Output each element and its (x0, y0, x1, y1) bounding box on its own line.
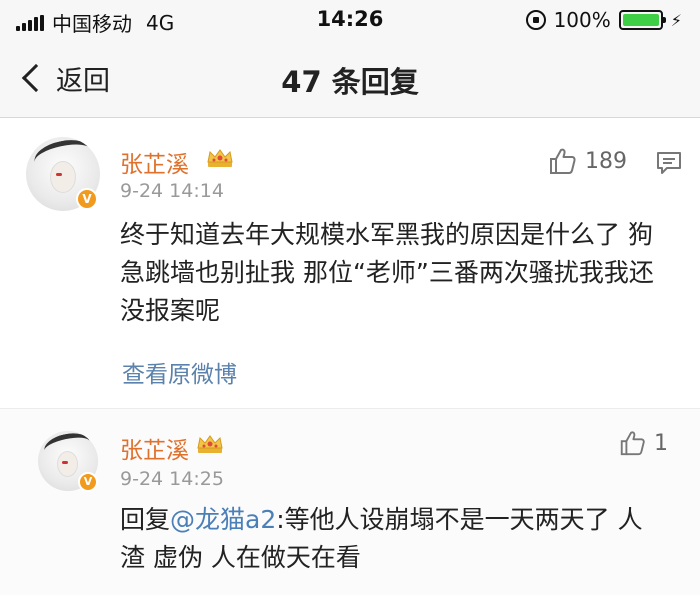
like-button[interactable]: 189 (547, 146, 627, 176)
view-original-link[interactable]: 查看原微博 (122, 355, 237, 389)
charging-icon: ⚡ (670, 10, 682, 30)
reply-button[interactable] (655, 149, 683, 181)
battery-fill (622, 14, 659, 26)
username[interactable]: 张芷溪 (120, 431, 189, 465)
orientation-lock-icon (525, 10, 546, 30)
comment-time: 9-24 14:14 (120, 180, 224, 202)
back-chevron-icon (21, 63, 51, 93)
battery-icon (618, 10, 666, 30)
verified-badge-icon: V (76, 188, 98, 210)
verified-badge-icon: V (78, 472, 98, 492)
like-count: 189 (585, 148, 627, 174)
like-button[interactable]: 1 (618, 429, 668, 457)
reply-text: 回复@龙猫a2:等他人设崩塌不是一天两天了 人渣 虚伪 人在做天在看 (120, 501, 660, 577)
comment-time: 9-24 14:25 (120, 468, 224, 490)
nav-bar: 47 条回复 返回 (0, 40, 700, 118)
username[interactable]: 张芷溪 (120, 145, 189, 179)
status-right: 100% ⚡ (525, 8, 682, 32)
crown-icon (197, 435, 223, 453)
comment-icon (657, 152, 681, 174)
reply-prefix: 回复 (120, 505, 171, 534)
comment-text: 终于知道去年大规模水军黑我的原因是什么了 狗急跳墙也别扯我 那位“老师”三番两次… (120, 220, 654, 325)
comment-item: V 张芷溪 9-24 14:25 1 回复@龙猫a2:等他人设崩塌不是一天两天了… (0, 408, 700, 595)
status-bar: 中国移动 4G 14:26 100% ⚡ (0, 0, 700, 40)
crown-icon (207, 149, 233, 167)
like-count: 1 (654, 430, 668, 456)
back-label: 返回 (56, 65, 110, 97)
battery-percent: 100% (553, 8, 611, 32)
comment-item: V 张芷溪 9-24 14:14 189 终于知道去年大规模水军黑我的原因是什么… (0, 119, 700, 408)
thumbs-up-icon (550, 148, 576, 174)
back-button[interactable]: 返回 (18, 58, 110, 98)
mention-link[interactable]: @龙猫a2 (170, 505, 276, 534)
thumbs-up-icon (620, 431, 645, 456)
